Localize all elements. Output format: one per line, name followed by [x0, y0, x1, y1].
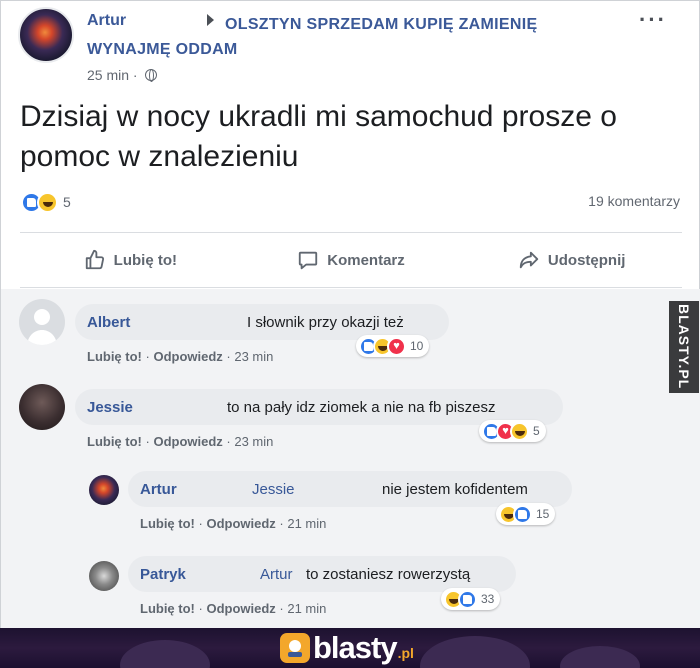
divider: [20, 287, 682, 288]
comment-reply-link[interactable]: Odpowiedz: [153, 349, 222, 364]
reaction-count: 5: [63, 194, 71, 210]
footer-banner: blasty .pl: [0, 628, 700, 668]
comment-time[interactable]: 23 min: [234, 434, 273, 449]
side-watermark: BLASTY.PL: [669, 301, 699, 393]
comment-footer: Lubię to! · Odpowiedz · 23 min: [87, 349, 274, 364]
comment-reactions[interactable]: ♥ 5: [479, 420, 546, 442]
user-avatar[interactable]: [89, 475, 119, 505]
comment-author[interactable]: Albert: [87, 314, 130, 331]
blasty-logo[interactable]: blasty .pl: [280, 630, 414, 665]
comment-text: to zostaniesz rowerzystą: [306, 566, 471, 583]
comment-reply-link[interactable]: Odpowiedz: [206, 601, 275, 616]
facebook-post: Artur OLSZTYN SPRZEDAM KUPIĘ ZAMIENIĘ WY…: [0, 0, 700, 629]
share-label: Udostępnij: [547, 251, 626, 269]
like-button[interactable]: Lubię to!: [20, 237, 241, 283]
like-reaction-icon: [458, 589, 477, 609]
love-reaction-icon: ♥: [387, 336, 406, 356]
comment-author[interactable]: Patryk: [140, 566, 186, 583]
comment-text: I słownik przy okazji też: [247, 314, 404, 331]
thumbs-up-icon: [85, 249, 104, 270]
post-reactions[interactable]: 5: [21, 189, 71, 215]
more-options-icon[interactable]: ···: [639, 7, 667, 33]
comment-author[interactable]: Artur: [140, 481, 177, 498]
comment-button[interactable]: Komentarz: [241, 237, 462, 283]
divider: [20, 232, 682, 233]
user-silhouette-icon: [27, 309, 57, 345]
comment-time[interactable]: 21 min: [287, 516, 326, 531]
comment-like-link[interactable]: Lubię to!: [87, 349, 142, 364]
haha-reaction-icon: [37, 191, 58, 213]
comment-time[interactable]: 23 min: [234, 349, 273, 364]
comment-reply-link[interactable]: Odpowiedz: [206, 516, 275, 531]
comment-mention[interactable]: Jessie: [252, 481, 295, 498]
comment-reactions[interactable]: 15: [496, 503, 556, 525]
post-time[interactable]: 25 min: [87, 67, 129, 83]
post-actions: Lubię to! Komentarz Udostępnij: [20, 237, 682, 283]
comment-reactions[interactable]: ♥ 10: [356, 335, 430, 357]
reaction-count: 33: [481, 592, 495, 606]
comment-text: nie jestem kofidentem: [382, 481, 528, 498]
comment-mention[interactable]: Artur: [260, 566, 293, 583]
like-label: Lubię to!: [113, 251, 177, 269]
author-avatar[interactable]: [18, 7, 74, 63]
comment-like-link[interactable]: Lubię to!: [87, 434, 142, 449]
comment-time[interactable]: 21 min: [287, 601, 326, 616]
speech-bubble-icon: [299, 251, 318, 270]
comment-text: to na pały idz ziomek a nie na fb piszes…: [227, 399, 496, 416]
group-name[interactable]: OLSZTYN SPRZEDAM KUPIĘ ZAMIENIĘ WYNAJMĘ …: [87, 12, 607, 62]
post-text: Dzisiaj w nocy ukradli mi samochud prosz…: [20, 100, 617, 173]
comment-label: Komentarz: [327, 251, 405, 269]
comment-footer: Lubię to! · Odpowiedz · 21 min: [140, 516, 327, 531]
cloud-shape: [120, 640, 210, 668]
comment-reply-link[interactable]: Odpowiedz: [153, 434, 222, 449]
logo-text: blasty: [313, 630, 398, 665]
user-avatar[interactable]: [19, 384, 65, 430]
haha-reaction-icon: [510, 421, 529, 441]
reaction-count: 10: [410, 339, 424, 353]
logo-tld: .pl: [397, 645, 414, 661]
comment-footer: Lubię to! · Odpowiedz · 23 min: [87, 434, 274, 449]
share-arrow-icon: [519, 251, 539, 269]
logo-mark-icon: [280, 633, 310, 663]
comment-author[interactable]: Jessie: [87, 399, 133, 416]
cloud-shape: [560, 646, 640, 668]
post-meta: 25 min ·: [87, 67, 158, 83]
cloud-shape: [420, 636, 530, 668]
comment-footer: Lubię to! · Odpowiedz · 21 min: [140, 601, 327, 616]
reaction-count: 15: [536, 507, 550, 521]
user-avatar[interactable]: [89, 561, 119, 591]
like-reaction-icon: [513, 504, 532, 524]
default-avatar[interactable]: [19, 299, 65, 345]
comments-count[interactable]: 19 komentarzy: [588, 193, 680, 209]
comment-reactions[interactable]: 33: [441, 588, 501, 610]
share-button[interactable]: Udostępnij: [461, 237, 682, 283]
comment-like-link[interactable]: Lubię to!: [140, 601, 195, 616]
globe-icon: [145, 69, 158, 82]
comment-like-link[interactable]: Lubię to!: [140, 516, 195, 531]
character-icon: [288, 640, 302, 657]
reaction-count: 5: [533, 424, 540, 438]
